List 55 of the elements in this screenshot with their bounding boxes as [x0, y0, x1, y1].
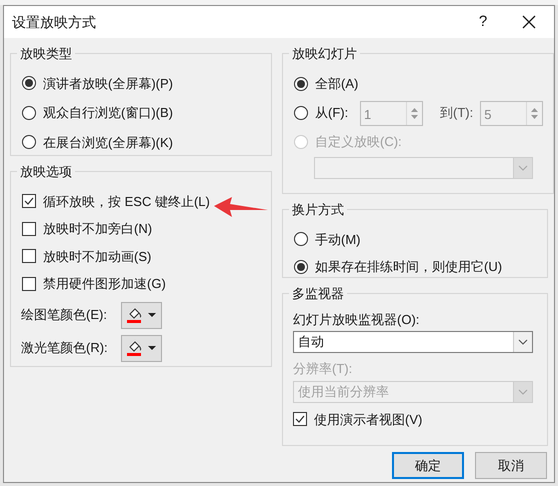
- chevron-down-icon: [518, 388, 528, 394]
- selected-value: 使用当前分辨率: [297, 382, 390, 401]
- option-label: 幻灯片放映监视器(O):: [293, 310, 420, 329]
- checkbox[interactable]: [22, 276, 36, 291]
- checkbox[interactable]: [22, 249, 36, 264]
- annotation-arrow: [214, 197, 268, 219]
- help-button[interactable]: ?: [460, 6, 506, 38]
- radio-button[interactable]: [22, 106, 36, 120]
- option-label: 循环放映，按 ESC 键终止(L): [43, 192, 210, 211]
- window-title: 设置放映方式: [12, 12, 96, 32]
- option-label: 到(T):: [440, 104, 474, 122]
- dialog-button[interactable]: 取消: [475, 452, 547, 479]
- checkbox[interactable]: [293, 412, 307, 426]
- option-label: 从(F):: [315, 104, 350, 122]
- option-label: 放映时不加动画(S): [43, 248, 152, 266]
- checkbox[interactable]: [22, 222, 36, 236]
- option-label: 在展台浏览(全屏幕)(K): [43, 134, 173, 152]
- radio-button[interactable]: [294, 77, 308, 91]
- group-title: 换片方式: [291, 201, 345, 219]
- close-icon: [522, 15, 536, 29]
- option-label: 禁用硬件图形加速(G): [43, 275, 166, 293]
- group-title: 放映选项: [19, 163, 73, 181]
- option-label: 演讲者放映(全屏幕)(P): [43, 74, 173, 93]
- dialog-button[interactable]: 确定: [392, 452, 464, 479]
- radio-button[interactable]: [294, 106, 308, 120]
- option-label: 分辨率(T):: [293, 360, 354, 378]
- option-label: 自定义放映(C):: [315, 133, 402, 152]
- caret-icon: [148, 346, 156, 350]
- selected-value: 自动: [297, 333, 325, 352]
- pen-color-button[interactable]: [121, 334, 162, 362]
- option-label: 手动(M): [315, 230, 360, 249]
- option-label: 全部(A): [315, 75, 358, 94]
- radio-button[interactable]: [294, 232, 308, 246]
- option-label: 激光笔颜色(R):: [21, 339, 109, 358]
- option-label: 观众自行浏览(窗口)(B): [43, 104, 173, 122]
- option-label: 放映时不加旁白(N): [43, 220, 152, 238]
- pen-color-button[interactable]: [121, 302, 162, 328]
- option-label: 如果存在排练时间，则使用它(U): [315, 258, 502, 276]
- option-label: 绘图笔颜色(E):: [21, 306, 108, 324]
- group-title: 放映幻灯片: [291, 45, 358, 63]
- spinner-value: 5: [483, 106, 492, 124]
- chevron-down-icon: [518, 164, 528, 170]
- spinner-value: 1: [363, 106, 372, 124]
- option-label: 使用演示者视图(V): [314, 410, 422, 429]
- paint-bucket-icon: [127, 340, 143, 356]
- radio-button[interactable]: [22, 76, 36, 90]
- caret-icon: [148, 313, 156, 317]
- group-title: 多监视器: [291, 285, 345, 303]
- radio-button[interactable]: [22, 135, 36, 150]
- monitor-dropdown[interactable]: 自动: [293, 331, 533, 353]
- paint-bucket-icon: [127, 306, 143, 324]
- checkbox[interactable]: [22, 194, 36, 208]
- chevron-down-icon: [518, 339, 528, 345]
- radio-button[interactable]: [294, 260, 308, 274]
- group-title: 放映类型: [19, 45, 73, 63]
